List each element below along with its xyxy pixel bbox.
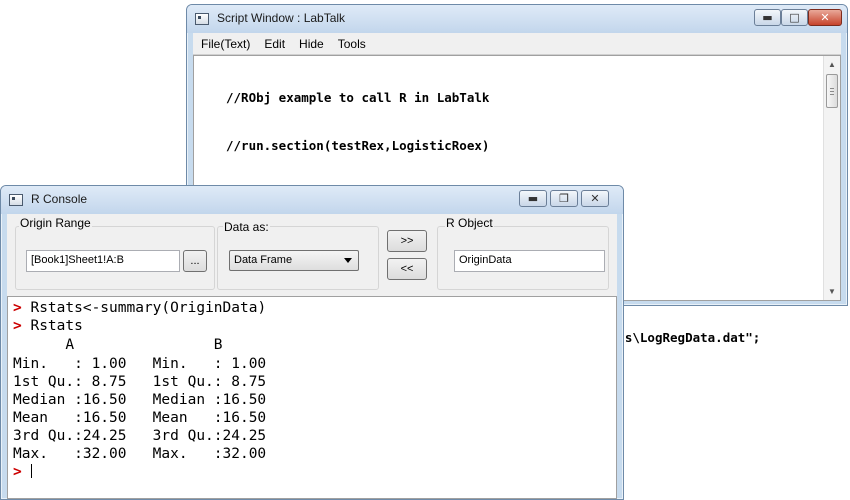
data-as-label: Data as: <box>223 220 270 234</box>
command-text: Rstats <box>30 318 83 334</box>
script-vertical-scrollbar[interactable]: ▲ ▼ <box>823 56 840 300</box>
close-button[interactable]: ✕ <box>808 9 842 26</box>
r-object-input[interactable]: OriginData <box>454 250 605 272</box>
data-as-selected: Data Frame <box>234 254 293 266</box>
scroll-thumb[interactable] <box>826 74 838 108</box>
summary-row: Max. :32.00 Max. :32.00 <box>13 446 267 462</box>
console-input-line[interactable]: > <box>13 463 33 481</box>
menu-file-text[interactable]: File(Text) <box>201 37 250 51</box>
prompt-symbol: > <box>13 318 22 334</box>
r-console-output[interactable]: > Rstats<-summary(OriginData) > Rstats A… <box>7 296 617 499</box>
prompt-symbol: > <box>13 300 22 316</box>
r-console-window: R Console ▬ ❐ ✕ Origin Range [Book1]Shee… <box>0 185 624 500</box>
send-to-origin-button[interactable]: << <box>387 258 427 280</box>
window-icon <box>195 13 209 25</box>
summary-row: Min. : 1.00 Min. : 1.00 <box>13 356 267 372</box>
send-to-r-button[interactable]: >> <box>387 230 427 252</box>
minimize-button[interactable]: ▬ <box>519 190 547 207</box>
menu-hide[interactable]: Hide <box>299 37 324 51</box>
minimize-button[interactable]: ▬ <box>754 9 781 26</box>
script-window-title: Script Window : LabTalk <box>217 11 346 25</box>
prompt-symbol: > <box>13 464 22 480</box>
scroll-down-icon[interactable]: ▼ <box>824 283 840 300</box>
r-console-toolbar: Origin Range [Book1]Sheet1!A:B ... Data … <box>7 214 617 296</box>
menu-edit[interactable]: Edit <box>264 37 285 51</box>
summary-row: Mean :16.50 Mean :16.50 <box>13 410 267 426</box>
summary-row: 1st Qu.: 8.75 1st Qu.: 8.75 <box>13 374 267 390</box>
chevron-down-icon <box>344 258 352 263</box>
text-caret <box>31 464 33 478</box>
origin-range-label: Origin Range <box>19 216 92 230</box>
r-object-label: R Object <box>445 216 494 230</box>
browse-range-button[interactable]: ... <box>183 250 207 272</box>
r-console-title: R Console <box>31 192 88 206</box>
r-console-titlebar[interactable]: R Console ▬ ❐ ✕ <box>1 186 623 214</box>
summary-row: Median :16.50 Median :16.50 <box>13 392 267 408</box>
data-as-dropdown[interactable]: Data Frame <box>229 250 359 271</box>
code-line: //run.section(testRex,LogisticRoex) <box>226 138 490 153</box>
window-icon <box>9 194 23 206</box>
maximize-button[interactable]: □ <box>781 9 808 26</box>
summary-row: 3rd Qu.:24.25 3rd Qu.:24.25 <box>13 428 267 444</box>
command-text: Rstats<-summary(OriginData) <box>30 300 267 316</box>
script-menubar: File(Text) Edit Hide Tools <box>193 33 841 55</box>
summary-header: A B <box>13 337 223 353</box>
origin-range-input[interactable]: [Book1]Sheet1!A:B <box>26 250 180 272</box>
restore-button[interactable]: ❐ <box>550 190 578 207</box>
scroll-up-icon[interactable]: ▲ <box>824 56 840 73</box>
menu-tools[interactable]: Tools <box>338 37 366 51</box>
console-line: > Rstats<-summary(OriginData) <box>13 299 266 317</box>
script-window-titlebar[interactable]: Script Window : LabTalk ▬ □ ✕ <box>187 5 847 33</box>
console-line: > Rstats <box>13 317 83 335</box>
close-button[interactable]: ✕ <box>581 190 609 207</box>
code-line: //RObj example to call R in LabTalk <box>226 90 490 105</box>
